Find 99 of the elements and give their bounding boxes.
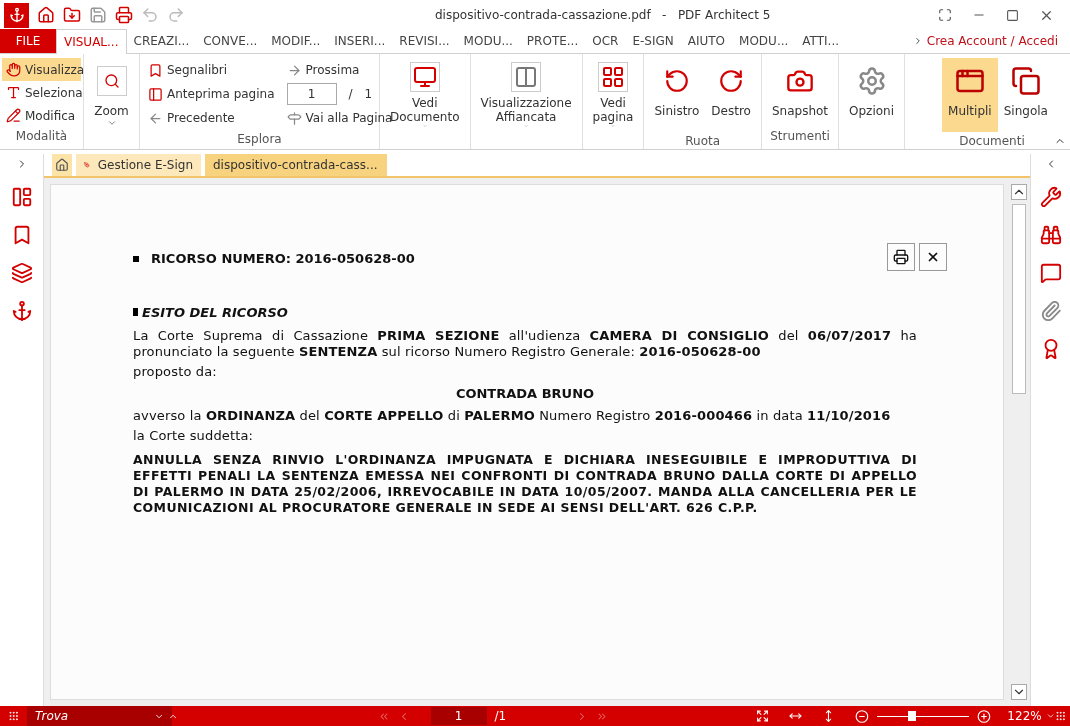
snapshot-button[interactable]: Snapshot xyxy=(765,58,835,127)
close-icon[interactable] xyxy=(919,243,947,271)
explore-button[interactable]: Precedente xyxy=(148,106,275,130)
caret-icon xyxy=(106,118,117,128)
account-link[interactable]: Crea Account / Accedi xyxy=(926,32,1058,50)
wrench-icon[interactable] xyxy=(1039,186,1062,208)
home-icon xyxy=(55,158,69,172)
group-label: Modalità xyxy=(14,128,69,145)
ribbon-tab[interactable]: OCR xyxy=(585,29,626,53)
folder-icon[interactable] xyxy=(63,6,81,24)
previous-icon xyxy=(148,110,163,126)
document-tab[interactable]: Gestione E-Sign xyxy=(76,154,201,176)
search-icon xyxy=(103,73,120,89)
ribbon-tab[interactable]: MODU... xyxy=(732,29,796,53)
rotate-right-icon xyxy=(718,68,745,94)
monitor-icon xyxy=(412,65,437,89)
grip-icon xyxy=(1054,710,1066,722)
text-cursor-icon xyxy=(6,85,21,100)
two-pages-icon xyxy=(514,65,539,89)
mode-button[interactable]: Visualizza xyxy=(2,58,81,81)
stacked-windows-icon xyxy=(1010,66,1041,96)
comment-icon[interactable] xyxy=(1039,262,1062,284)
save-icon[interactable] xyxy=(89,6,107,24)
view-button[interactable]: Vedi pagina xyxy=(586,58,640,132)
view-button[interactable]: Visualizzazione Affiancata xyxy=(474,58,578,132)
rotate-left-icon xyxy=(663,68,690,94)
ribbon-tab[interactable]: REVISI... xyxy=(392,29,457,53)
document-tab[interactable]: dispositivo-contrada-cass... xyxy=(205,154,387,176)
hand-icon xyxy=(6,62,21,77)
bookmarks-icon xyxy=(148,62,163,78)
gear-icon xyxy=(856,66,887,96)
print-icon[interactable] xyxy=(887,243,915,271)
scrollbar-thumb[interactable] xyxy=(1012,204,1026,394)
zoom-in-icon[interactable] xyxy=(977,708,992,724)
home-tab[interactable] xyxy=(52,154,72,176)
mode-button[interactable]: Seleziona xyxy=(2,81,81,104)
slider-thumb[interactable] xyxy=(908,711,917,721)
ribbon-tab[interactable]: MODU... xyxy=(456,29,520,53)
party-name: CONTRADA BRUNO xyxy=(454,386,596,402)
grip-icon xyxy=(8,710,20,722)
ribbon-tab[interactable]: CREAZI... xyxy=(126,29,197,53)
layers-icon[interactable] xyxy=(10,262,33,284)
page-preview-icon xyxy=(148,86,163,102)
fullscreen-icon[interactable] xyxy=(938,8,952,22)
page-number-field[interactable]: 1 xyxy=(286,83,337,105)
bullet-icon xyxy=(133,255,139,262)
ribbon-tab[interactable]: PROTE... xyxy=(519,29,586,53)
scroll-up-icon[interactable] xyxy=(1011,184,1027,200)
paragraph: avverso la ORDINANZA del CORTE APPELLO di PALERMO Numero Registro 2016-000466 in data 11/10/2016 xyxy=(133,408,892,424)
ribbon-tab[interactable]: INSERI... xyxy=(327,29,393,53)
page-separator: / xyxy=(348,86,353,103)
maximize-icon[interactable] xyxy=(1006,8,1019,22)
ribbon-tab[interactable]: VISUAL... xyxy=(56,29,127,54)
options-button[interactable]: Opzioni xyxy=(843,58,901,132)
goto-page-button[interactable]: Vai alla Pagina xyxy=(286,106,393,130)
next-icon xyxy=(286,62,302,78)
documents-button[interactable]: Singola xyxy=(997,58,1054,132)
ribbon-tab[interactable]: E-SIGN xyxy=(625,29,681,53)
group-label: Ruota xyxy=(685,133,721,150)
document-heading: RICORSO NUMERO: 2016-050628-00 xyxy=(151,250,415,268)
rotate-button[interactable]: Destro xyxy=(705,58,757,132)
group-label: Esplora xyxy=(236,131,283,148)
ribbon-tab[interactable]: MODIF... xyxy=(264,29,328,53)
window-title: dispositivo-contrada-cassazione.pdf - PDF Architect 5 xyxy=(435,7,771,24)
file-tab[interactable]: FILE xyxy=(0,29,56,53)
app-logo-icon[interactable] xyxy=(4,2,29,28)
zoom-out-icon[interactable] xyxy=(855,708,869,724)
paragraph: la Corte suddetta: xyxy=(133,428,255,444)
bullet-icon xyxy=(133,308,138,317)
rotate-button[interactable]: Sinistro xyxy=(648,58,706,132)
paragraph: proposto da: xyxy=(133,364,218,380)
explore-button[interactable]: Anteprima pagina xyxy=(148,82,275,106)
search-field[interactable]: Trova xyxy=(27,706,173,726)
ribbon-tab[interactable]: AIUTO xyxy=(680,29,733,53)
page-field[interactable]: 1 xyxy=(430,707,487,725)
zoom-button[interactable]: Zoom xyxy=(88,58,135,132)
group-label: Strumenti xyxy=(770,128,830,145)
mode-button[interactable]: Modifica xyxy=(2,104,81,127)
next-button[interactable]: Prossima xyxy=(286,58,393,82)
group-label: Documenti xyxy=(959,133,1025,150)
fit-page-icon[interactable] xyxy=(756,709,770,723)
page-grid-icon xyxy=(601,65,626,89)
zoom-level[interactable]: 122% xyxy=(1007,707,1042,725)
pencil-icon xyxy=(6,108,21,123)
ribbon-tab[interactable]: ATTI... xyxy=(795,29,847,53)
thumbnails-icon[interactable] xyxy=(10,186,33,208)
home-icon[interactable] xyxy=(37,6,55,24)
binoculars-icon[interactable] xyxy=(1039,224,1062,246)
section-title: ESITO DEL RICORSO xyxy=(142,303,288,322)
documents-button[interactable]: Multipli xyxy=(942,58,998,132)
ruling-text: ANNULLA SENZA RINVIO L'ORDINANZA IMPUGNATA E DICHIARA INESEGUIBILE E IMPRODUTTIVA DI EFFETTI PENALI LA SENTENZA EMESSA NEI CONFRONTI DI CONTRADA BRUNO DALLA CORTE DI APPELLO DI PALERMO IN DATA 25/02/2006, IRREVOCABILE IN DATA 10/05/2007. MANDA ALLA CANCELLERIA PER LE COMUNICAZIONI AL PROCURATORE GENERALE IN SEDE AI SENSI DELL'ART. 626 C.P.P. xyxy=(133,452,917,516)
anchor-icon[interactable] xyxy=(10,300,33,322)
page-total: /1 xyxy=(494,708,507,725)
ribbon-tab[interactable]: CONVE... xyxy=(196,29,265,53)
paperclip-icon[interactable] xyxy=(1039,300,1062,322)
scroll-down-icon[interactable] xyxy=(1011,684,1027,700)
explore-button[interactable]: Segnalibri xyxy=(148,58,275,82)
page-total: 1 xyxy=(364,86,373,103)
signpost-icon xyxy=(286,110,302,126)
